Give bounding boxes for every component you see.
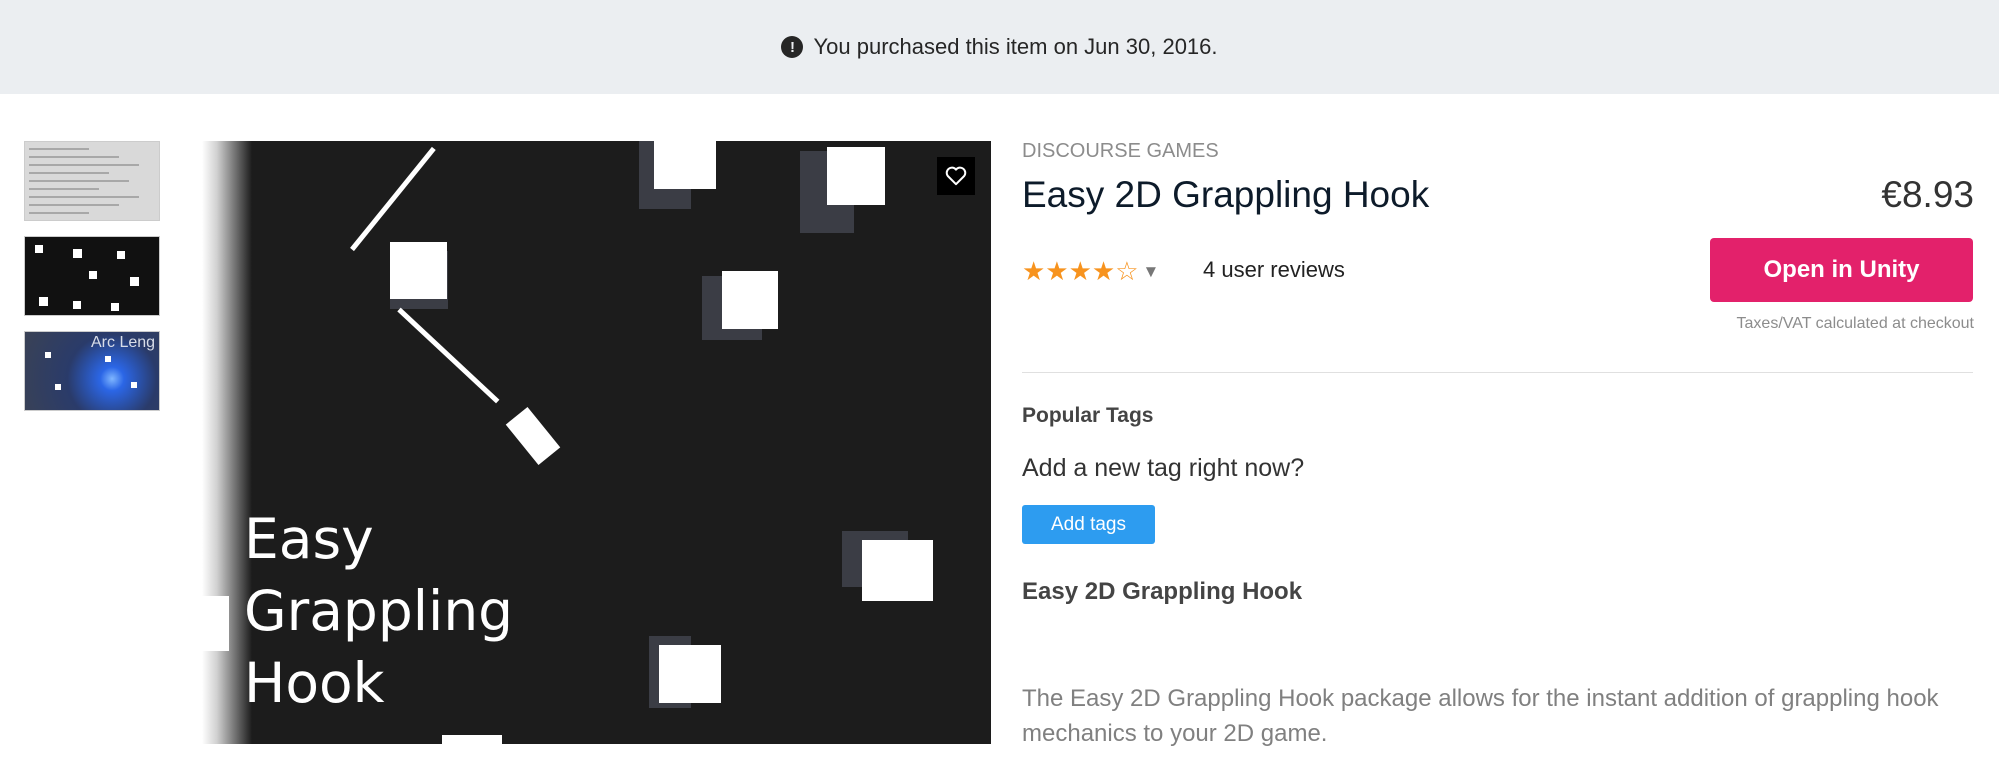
cube <box>390 242 447 299</box>
thumbnail-2[interactable] <box>24 236 160 316</box>
alert-circle-icon: ! <box>781 36 804 58</box>
add-tag-prompt: Add a new tag right now? <box>1022 454 1305 482</box>
add-tags-button[interactable]: Add tags <box>1022 505 1155 544</box>
thumbnail-3-text: Arc Leng <box>91 334 156 351</box>
cube <box>654 141 716 189</box>
cube <box>827 147 885 205</box>
description-text: The Easy 2D Grappling Hook package allow… <box>1022 685 1939 747</box>
grappling-hook <box>505 406 561 466</box>
hero-title: Easy Grappling Hook <box>244 507 514 715</box>
thumbnail-1[interactable] <box>24 141 160 221</box>
chevron-down-icon[interactable]: ▼ <box>1143 262 1160 282</box>
cube <box>442 735 502 744</box>
popular-tags-heading: Popular Tags <box>1022 404 1154 427</box>
publisher-link[interactable]: DISCOURSE GAMES <box>1022 140 1219 163</box>
tax-note: Taxes/VAT calculated at checkout <box>1736 315 1974 332</box>
hero-image[interactable]: Easy Grappling Hook <box>202 141 991 744</box>
cube <box>722 271 778 329</box>
star-rating[interactable]: ★★★★☆ ▼ <box>1022 256 1159 287</box>
purchase-text: You purchased this item on Jun 30, 2016. <box>813 34 1218 59</box>
divider <box>1022 372 1973 373</box>
cube <box>659 645 721 703</box>
cube <box>202 596 229 651</box>
cube <box>862 540 933 601</box>
open-in-unity-button[interactable]: Open in Unity <box>1710 238 1973 302</box>
product-price: €8.93 <box>1881 174 1974 215</box>
description-heading: Easy 2D Grappling Hook <box>1022 578 1303 605</box>
purchase-banner: ! You purchased this item on Jun 30, 201… <box>0 0 1999 94</box>
user-reviews-link[interactable]: 4 user reviews <box>1203 257 1345 283</box>
thumbnail-3[interactable]: Arc Leng <box>24 331 160 411</box>
product-title: Easy 2D Grappling Hook <box>1022 174 1430 215</box>
heart-icon[interactable] <box>937 157 975 195</box>
star-icons: ★★★★☆ <box>1022 256 1139 286</box>
